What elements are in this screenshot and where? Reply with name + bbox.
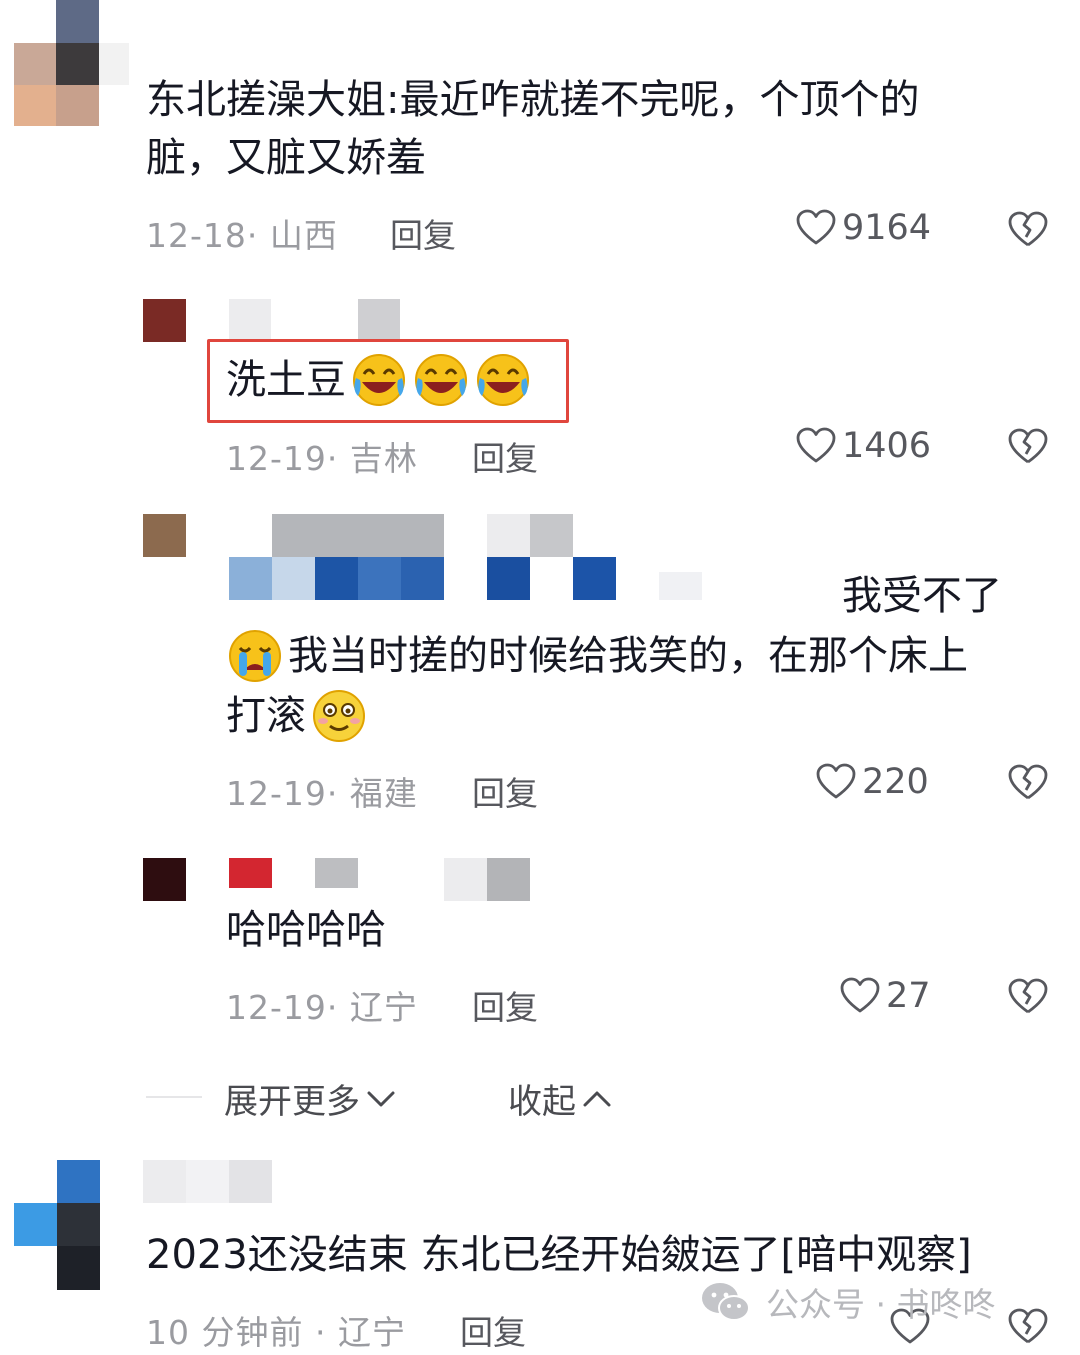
comment-date-location: 12-19· 福建 — [226, 774, 418, 813]
laughing-crying-emoji-icon — [353, 354, 405, 406]
broken-heart-icon — [1008, 764, 1048, 800]
comment-text: 洗土豆 — [226, 351, 532, 409]
broken-heart-icon — [1008, 211, 1048, 247]
chevron-up-icon — [583, 1091, 611, 1106]
comment-text-content: 打滚 — [226, 693, 306, 739]
comment-text: 我当时搓的时候给我笑的，在那个床上 — [226, 627, 968, 685]
reply-button[interactable]: 回复 — [460, 1306, 526, 1354]
like-button[interactable]: 1406 — [796, 426, 931, 466]
dislike-button[interactable] — [1008, 211, 1048, 249]
comment-text: 我受不了 — [842, 573, 1002, 619]
reply-button[interactable]: 回复 — [472, 767, 538, 815]
dislike-button[interactable] — [1008, 1308, 1048, 1346]
broken-heart-icon — [1008, 978, 1048, 1014]
laughing-crying-emoji-icon — [415, 354, 467, 406]
reply-button[interactable]: 回复 — [472, 432, 538, 480]
reply-button[interactable]: 回复 — [390, 209, 456, 257]
comment-text: 哈哈哈哈 — [226, 907, 386, 953]
username-blurred — [358, 299, 400, 341]
avatar[interactable] — [143, 299, 186, 342]
dislike-button[interactable] — [1008, 978, 1048, 1016]
comment-text: 打滚 — [226, 687, 368, 745]
thread-divider — [146, 1096, 202, 1098]
like-button[interactable]: 220 — [816, 762, 929, 802]
avatar[interactable] — [14, 1160, 100, 1290]
username-blurred — [229, 299, 271, 341]
heart-icon — [840, 977, 880, 1013]
broken-heart-icon — [1008, 1308, 1048, 1344]
watermark: 公众号 · 书咚咚 — [700, 1278, 995, 1326]
comment-text-content: 洗土豆 — [226, 357, 346, 403]
reply-button[interactable]: 回复 — [472, 981, 538, 1029]
expand-more-label: 展开更多 — [224, 1082, 360, 1122]
like-button[interactable]: 27 — [840, 976, 931, 1016]
laughing-crying-emoji-icon — [477, 354, 529, 406]
like-count: 27 — [886, 976, 931, 1016]
comment-text: 2023还没结束 东北已经开始皴运了[暗中观察] — [146, 1232, 972, 1278]
like-count: 9164 — [842, 208, 932, 248]
like-button[interactable]: 9164 — [796, 208, 931, 248]
comment-date-location: 12-19· 吉林 — [226, 439, 418, 478]
collapse-label: 收起 — [508, 1082, 576, 1122]
crying-emoji-icon — [229, 630, 281, 682]
comment-date-location: 12-19· 辽宁 — [226, 988, 418, 1027]
collapse-button[interactable]: 收起 — [508, 1074, 612, 1123]
heart-icon — [796, 427, 836, 463]
heart-icon — [796, 209, 836, 245]
comment-text-content: 我当时搓的时候给我笑的，在那个床上 — [288, 633, 968, 679]
comment-text: 东北搓澡大姐:最近咋就搓不完呢，个顶个的 — [146, 77, 920, 123]
like-count: 1406 — [842, 426, 932, 466]
comment-date-location: 10 分钟前 · 辽宁 — [146, 1313, 406, 1352]
comment-date-location: 12-18· 山西 — [146, 216, 338, 255]
dislike-button[interactable] — [1008, 764, 1048, 802]
dislike-button[interactable] — [1008, 428, 1048, 466]
like-count: 220 — [862, 762, 929, 802]
comment-text: 脏，又脏又娇羞 — [146, 135, 426, 181]
avatar[interactable] — [14, 0, 129, 126]
wechat-icon — [702, 1283, 750, 1321]
blushing-emoji-icon — [313, 690, 365, 742]
watermark-text: 公众号 · 书咚咚 — [766, 1285, 996, 1324]
avatar[interactable] — [143, 858, 186, 901]
chevron-down-icon — [367, 1091, 395, 1106]
avatar[interactable] — [143, 514, 186, 557]
broken-heart-icon — [1008, 428, 1048, 464]
expand-more-button[interactable]: 展开更多 — [224, 1074, 396, 1123]
heart-icon — [816, 763, 856, 799]
